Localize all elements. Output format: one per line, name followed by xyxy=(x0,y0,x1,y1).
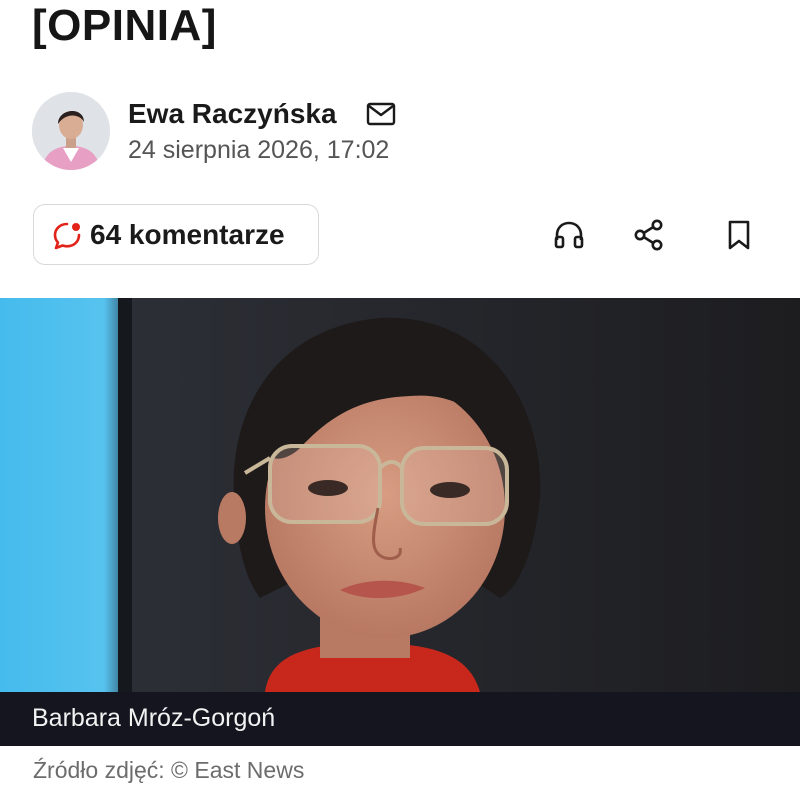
headphones-icon[interactable] xyxy=(552,218,586,252)
comments-count-label: 64 komentarze xyxy=(90,219,285,250)
comments-button[interactable]: 64 komentarze xyxy=(33,204,319,265)
article-title: [OPINIA] xyxy=(32,1,217,50)
share-icon[interactable] xyxy=(632,218,666,252)
article-photo[interactable] xyxy=(0,298,800,692)
mail-icon[interactable] xyxy=(366,102,396,126)
author-avatar[interactable] xyxy=(32,92,110,170)
photo-caption: Barbara Mróz-Gorgoń xyxy=(32,704,276,732)
publish-date: 24 sierpnia 2026, 17:02 xyxy=(128,136,390,164)
photo-source: Źródło zdjęć: © East News xyxy=(33,757,305,783)
author-byline: Ewa Raczyńska 24 sierpnia 2026, 17:02 xyxy=(32,92,532,172)
author-name[interactable]: Ewa Raczyńska xyxy=(128,96,337,132)
photo-caption-bar: Barbara Mróz-Gorgoń xyxy=(0,692,800,746)
comments-icon xyxy=(52,221,82,251)
bookmark-icon[interactable] xyxy=(722,218,756,252)
